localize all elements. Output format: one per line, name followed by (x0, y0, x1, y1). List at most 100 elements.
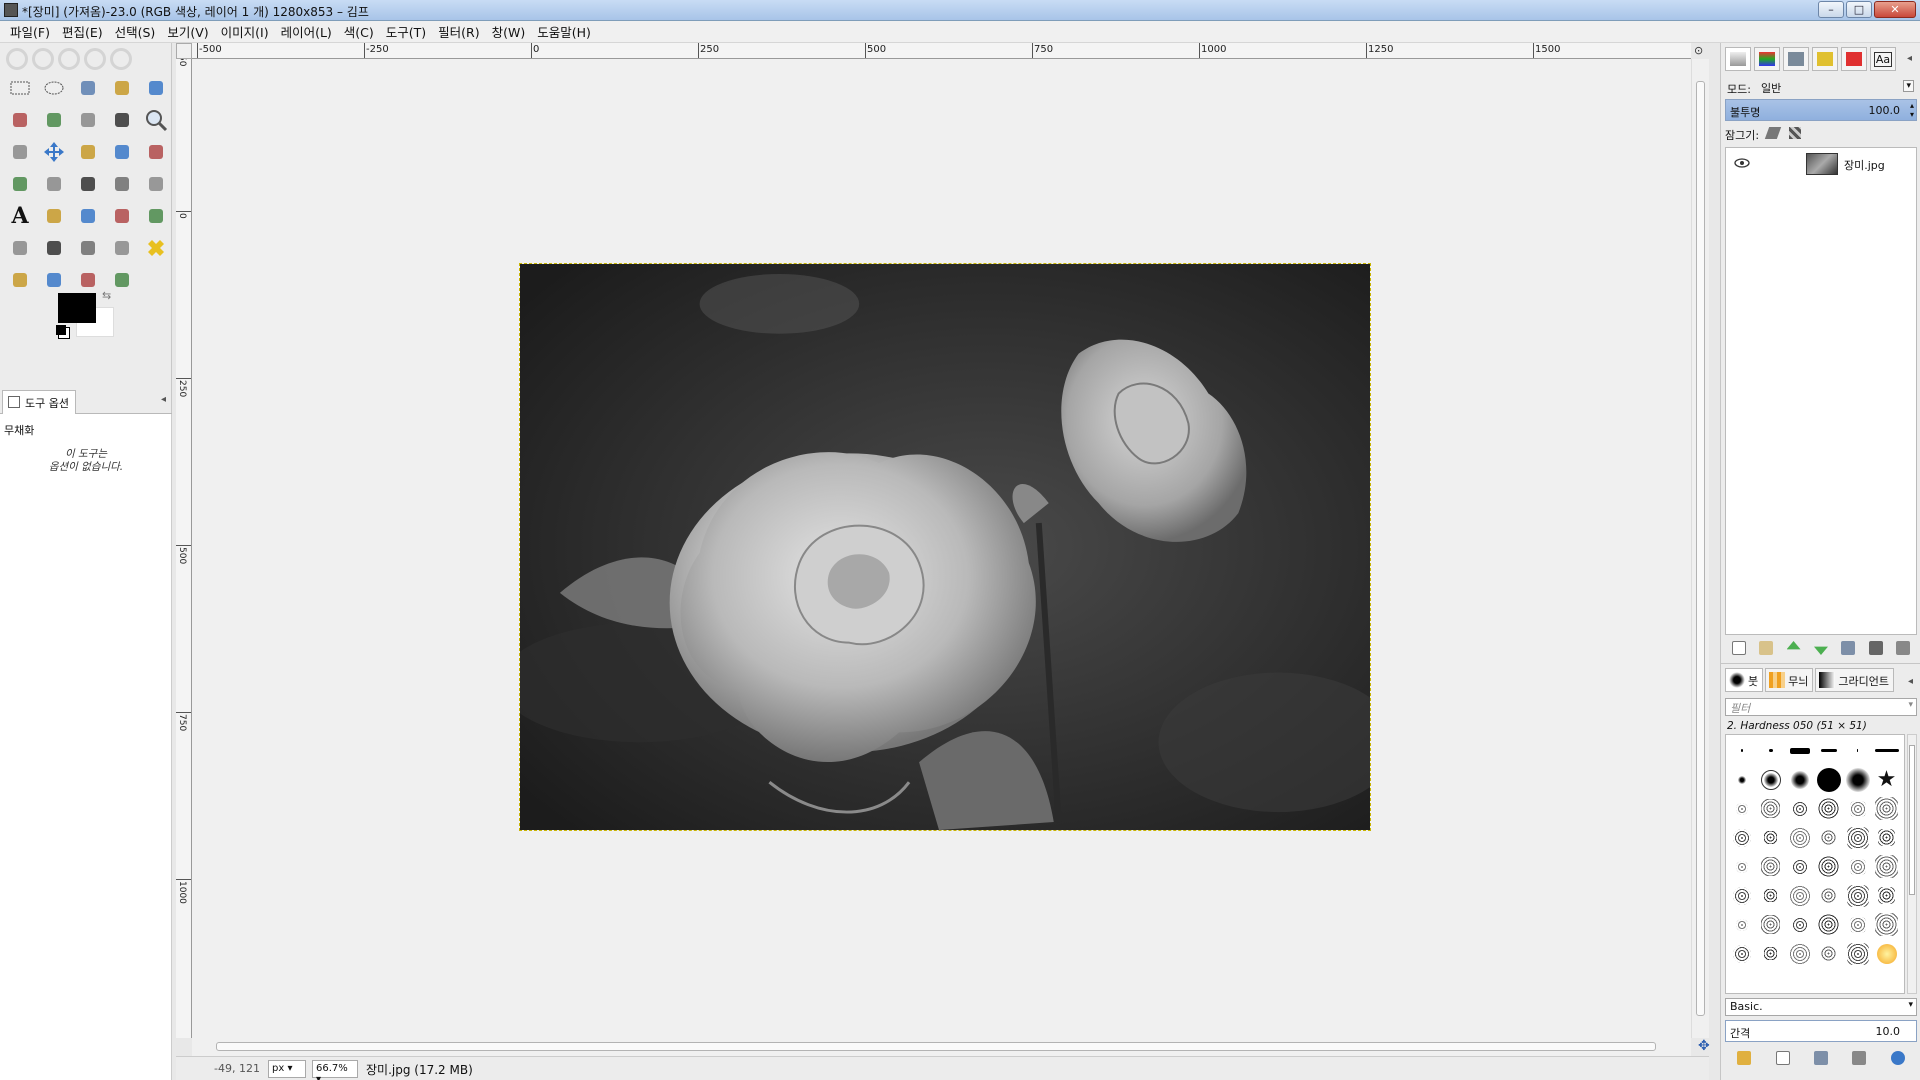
tab-gradients[interactable]: 그라디언트 (1815, 668, 1894, 692)
brush-swatch[interactable] (1728, 940, 1755, 967)
brush-swatch[interactable] (1728, 737, 1755, 764)
tool-smudge[interactable] (72, 265, 104, 295)
brush-swatch[interactable] (1786, 737, 1813, 764)
swap-colors-icon[interactable]: ⇆ (102, 289, 111, 302)
anchor-layer-icon[interactable] (1868, 641, 1883, 655)
brush-filter-input[interactable]: 필터 ▾ (1725, 698, 1917, 716)
menu-help[interactable]: 도움말(H) (531, 22, 597, 41)
brush-swatch[interactable] (1873, 795, 1900, 822)
tab-patterns[interactable]: 무늬 (1765, 668, 1814, 692)
tool-color-picker[interactable] (106, 105, 138, 135)
tool-flip[interactable] (106, 169, 138, 199)
brush-swatch[interactable] (1844, 737, 1871, 764)
tool-heal[interactable] (140, 233, 172, 263)
maximize-button[interactable]: □ (1846, 1, 1872, 18)
tool-align[interactable] (72, 137, 104, 167)
brush-swatch[interactable] (1728, 766, 1755, 793)
tool-scale[interactable] (4, 169, 36, 199)
tool-ink[interactable] (72, 233, 104, 263)
lock-alpha-icon[interactable] (1788, 127, 1801, 139)
horizontal-scroll-thumb[interactable] (216, 1042, 1656, 1051)
tool-clone[interactable] (106, 233, 138, 263)
minimize-button[interactable]: – (1818, 1, 1844, 18)
image-layer-photo[interactable] (519, 263, 1371, 831)
horizontal-ruler[interactable]: -500-25002505007501000125015001750 (192, 43, 1691, 59)
close-button[interactable]: ✕ (1874, 1, 1916, 18)
menu-windows[interactable]: 창(W) (486, 22, 532, 41)
brush-swatch[interactable] (1815, 824, 1842, 851)
menu-filters[interactable]: 필터(R) (432, 22, 485, 41)
tool-perspective[interactable] (72, 169, 104, 199)
brush-swatch[interactable] (1844, 911, 1871, 938)
tool-paths[interactable] (72, 105, 104, 135)
brush-swatch[interactable] (1786, 911, 1813, 938)
tool-ellipse-select[interactable] (38, 73, 70, 103)
brush-swatch[interactable] (1757, 940, 1784, 967)
tool-measure[interactable] (4, 137, 36, 167)
brush-swatch[interactable] (1815, 737, 1842, 764)
tool-airbrush[interactable] (38, 233, 70, 263)
tab-undo-history[interactable] (1812, 47, 1838, 71)
brush-swatch[interactable] (1844, 853, 1871, 880)
raise-layer-icon[interactable] (1786, 641, 1801, 650)
brush-swatch[interactable] (1844, 940, 1871, 967)
brush-swatch[interactable] (1873, 853, 1900, 880)
new-layer-icon[interactable] (1731, 641, 1746, 655)
brush-swatch[interactable] (1815, 882, 1842, 909)
layer-name[interactable]: 장미.jpg (1844, 157, 1885, 173)
menu-view[interactable]: 보기(V) (161, 22, 214, 41)
brush-swatch[interactable] (1873, 824, 1900, 851)
brush-swatch[interactable] (1728, 824, 1755, 851)
tool-free-select[interactable] (72, 73, 104, 103)
brush-swatch[interactable] (1815, 795, 1842, 822)
brush-swatch[interactable] (1757, 911, 1784, 938)
tool-blur-sharpen[interactable] (38, 265, 70, 295)
menu-select[interactable]: 선택(S) (109, 22, 162, 41)
brush-swatch[interactable] (1873, 940, 1900, 967)
tab-paths[interactable] (1783, 47, 1809, 71)
tool-rotate[interactable] (140, 137, 172, 167)
tab-brushes[interactable]: 붓 (1725, 668, 1764, 692)
tool-shear[interactable] (38, 169, 70, 199)
new-brush-icon[interactable] (1775, 1051, 1790, 1065)
menu-tools[interactable]: 도구(T) (380, 22, 432, 41)
foreground-color-swatch[interactable] (58, 293, 96, 323)
visibility-eye-icon[interactable] (1734, 157, 1750, 169)
tool-cage-transform[interactable] (140, 169, 172, 199)
tab-colormap[interactable] (1841, 47, 1867, 71)
brush-swatch[interactable] (1757, 824, 1784, 851)
brush-swatch[interactable] (1873, 882, 1900, 909)
brush-swatch[interactable] (1786, 853, 1813, 880)
brush-swatch[interactable] (1786, 940, 1813, 967)
navigate-icon[interactable]: ✥ (1698, 1038, 1710, 1054)
spacing-slider[interactable]: 간격 10.0 (1725, 1020, 1917, 1042)
tool-rect-select[interactable] (4, 73, 36, 103)
brush-swatch[interactable] (1873, 911, 1900, 938)
brush-swatch[interactable] (1844, 795, 1871, 822)
unit-select[interactable]: px ▾ (268, 1060, 306, 1078)
brush-swatch[interactable] (1757, 737, 1784, 764)
tool-perspective-clone[interactable] (4, 265, 36, 295)
tool-eraser[interactable] (4, 233, 36, 263)
brush-swatch[interactable] (1728, 882, 1755, 909)
opacity-slider[interactable]: 불투명 100.0 ▴ ▾ (1725, 99, 1917, 121)
tool-scissors-select[interactable] (4, 105, 36, 135)
brush-swatch[interactable] (1728, 795, 1755, 822)
menu-file[interactable]: 파일(F) (4, 22, 56, 41)
lock-pixels-icon[interactable] (1764, 127, 1782, 139)
brush-scroll-thumb[interactable] (1909, 745, 1915, 895)
brush-swatch[interactable] (1786, 766, 1813, 793)
wilber-drop-area[interactable] (6, 46, 162, 72)
duplicate-layer-icon[interactable] (1841, 641, 1856, 655)
zoom-fit-icon[interactable]: ⊙ (1694, 44, 1703, 57)
brush-swatch[interactable] (1728, 911, 1755, 938)
vertical-ruler[interactable]: -250 0 250 500 750 1000 (176, 59, 192, 1038)
delete-layer-icon[interactable] (1896, 641, 1911, 655)
tool-pencil[interactable] (106, 201, 138, 231)
menu-layer[interactable]: 레이어(L) (275, 22, 338, 41)
brush-swatch[interactable] (1786, 824, 1813, 851)
tab-channels[interactable] (1754, 47, 1780, 71)
tool-select-by-color[interactable] (140, 73, 172, 103)
lower-layer-icon[interactable] (1813, 646, 1828, 655)
duplicate-brush-icon[interactable] (1813, 1051, 1828, 1065)
